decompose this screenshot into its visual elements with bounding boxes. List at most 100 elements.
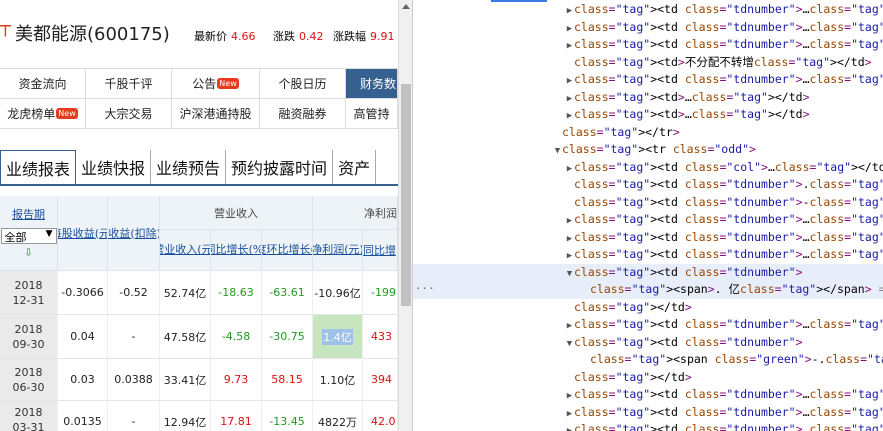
ellipsis-icon[interactable]: ··· [415, 282, 435, 295]
revenue-yoy-cell: 9.73 [211, 359, 262, 401]
revenue-yoy-cell: 17.81 [211, 401, 262, 431]
dom-node-line[interactable]: ▶ class="tag"><td class="tdnumber">…class… [413, 1, 883, 19]
dom-node-line[interactable]: class="tag"></tr> [413, 124, 883, 142]
dom-node-line[interactable]: ▶ class="tag"><td class="tdnumber">…class… [413, 19, 883, 37]
period-sort-link[interactable]: 报告期 [12, 206, 45, 222]
net-profit-yoy-cell: -199 [363, 271, 398, 315]
net-profit-yoy-cell: 394 [363, 359, 398, 401]
net-profit-yoy-cell: 433 [363, 315, 398, 359]
stock-name: 美都能源(600175) [15, 24, 170, 45]
dom-node-line[interactable]: class="tag"></td> [413, 299, 883, 317]
change-quote: 涨跌 0.42 [273, 28, 324, 44]
price-quote: 最新价 4.66 [194, 28, 256, 44]
net-profit-cell: 1.10亿 [313, 359, 363, 401]
page-scrollbar[interactable] [398, 0, 412, 431]
dom-node-line[interactable]: ▼ class="tag"><td class="tdnumber"> [413, 334, 883, 352]
sort-down-icon[interactable]: ⇩ [24, 246, 33, 259]
nav-announcement[interactable]: 公告 New [172, 69, 260, 99]
tab-assets[interactable]: 资产 [333, 150, 377, 184]
dom-node-line[interactable]: ▼ class="tag"><tr class="odd"> [413, 141, 883, 159]
dom-node-line[interactable]: class="tag"><td class="tdnumber">-class=… [413, 194, 883, 212]
revenue-cell: 52.74亿 [160, 271, 211, 315]
dom-node-text: class="tag"><td class="tdnumber">…class=… [574, 247, 883, 261]
dom-node-text: class="tag"></td> [574, 299, 692, 314]
dom-node-line[interactable]: ▶ class="tag"><td class="tdnumber">…class… [413, 404, 883, 422]
dom-node-text: class="tag"><span class="green">-.class=… [590, 352, 883, 366]
eps-header[interactable]: 每股收益(元) [58, 196, 108, 271]
dom-node-line[interactable]: class="tag"><td>不分配不转增class="tag"></td> [413, 54, 883, 72]
dropdown-icon: ▼ [45, 229, 53, 239]
eps-cell: 0.03 [58, 359, 108, 401]
new-badge: New [56, 108, 78, 119]
dom-node-line[interactable]: ▶ class="tag"><td class="tdnumber">…class… [413, 421, 883, 431]
dom-node-line[interactable]: ▼ class="tag"><td class="tdnumber"> [413, 263, 883, 281]
nav-stock-review[interactable]: 千股千评 [86, 69, 172, 99]
net-profit-cell[interactable]: 1.4亿 [313, 315, 363, 359]
net-profit-yoy-subheader[interactable]: 同比增 [363, 230, 398, 271]
dom-node-text: class="tag"><tr class="odd"> [562, 142, 756, 156]
dom-node-line[interactable]: ▶ class="tag"><td class="tdnumber">…class… [413, 71, 883, 89]
dom-node-text: class="tag"><td>…class="tag"></td> [574, 89, 810, 104]
dom-node-line[interactable]: ▶ class="tag"><td class="tdnumber">…class… [413, 316, 883, 334]
revenue-cell: 12.94亿 [160, 401, 211, 431]
change-value: 0.42 [299, 30, 324, 43]
revenue-yoy-cell: -18.63 [211, 271, 262, 315]
tab-performance-report[interactable]: 业绩报表 [0, 150, 77, 184]
dom-node-text: class="tag"></td> [574, 369, 692, 384]
dom-node-text: class="tag"><td class="tdnumber">…class=… [574, 229, 883, 244]
revenue-qoq-cell: -13.45 [262, 401, 313, 431]
scrollbar-thumb[interactable] [401, 84, 411, 306]
dom-node-line[interactable]: ▶ class="tag"><td class="tdnumber">…class… [413, 229, 883, 247]
price-value: 4.66 [231, 30, 256, 43]
dom-node-text: class="tag"><td class="tdnumber">-class=… [574, 194, 883, 209]
dom-node-text: class="tag"><td class="tdnumber">…class=… [574, 19, 883, 34]
nav-financial-data[interactable]: 财务数 [346, 69, 398, 99]
revenue-yoy-cell: -4.58 [211, 315, 262, 359]
nav-row-1: 资金流向 千股千评 公告 New 个股日历 财务数 [0, 68, 398, 99]
date-cell: 2018 12-31 [0, 271, 58, 315]
nav-dragon-tiger[interactable]: 龙虎榜单 New [0, 99, 86, 129]
nav-executive-holdings[interactable]: 高管持 [346, 99, 398, 129]
dom-node-line[interactable]: ▶ class="tag"><td class="tdnumber">…class… [413, 246, 883, 264]
dom-node-line[interactable]: class="tag"></td> [413, 369, 883, 387]
dom-node-line[interactable]: class="tag"><td class="tdnumber">.class=… [413, 176, 883, 194]
period-header: 报告期 全部 ▼ ⇩ [0, 196, 58, 271]
nav-block-trade[interactable]: 大宗交易 [86, 99, 172, 129]
revenue-cell: 47.58亿 [160, 315, 211, 359]
dom-node-text: class="tag"><td class="tdnumber">…class=… [574, 404, 883, 419]
scroll-up-arrow-icon[interactable] [402, 4, 410, 9]
dom-node-text: class="tag"><td class="tdnumber">…class=… [574, 422, 883, 431]
nav-stock-calendar[interactable]: 个股日历 [260, 69, 346, 99]
eps-deducted-header[interactable]: 每股收益(扣除)(元) [108, 196, 160, 271]
dom-node-text: class="tag"><td class="tdnumber">…class=… [574, 37, 883, 51]
net-profit-subheader[interactable]: 净利润(元) [313, 230, 363, 271]
nav-fund-flow[interactable]: 资金流向 [0, 69, 86, 99]
collapsed-triangle-icon[interactable]: ▶ [565, 423, 574, 431]
revenue-qoq-subheader[interactable]: 季度环比增长(%) [262, 230, 313, 271]
period-select[interactable]: 全部 ▼ [0, 228, 57, 244]
dom-node-line[interactable]: ▶ class="tag"><td class="col">…class="tag… [413, 159, 883, 177]
tab-disclosure-schedule[interactable]: 预约披露时间 [226, 150, 334, 184]
revenue-subheader[interactable]: 营业收入(元) [160, 230, 211, 271]
dom-node-line[interactable]: class="tag"><span class="green">-.class=… [413, 351, 883, 369]
tab-performance-flash[interactable]: 业绩快报 [76, 150, 152, 184]
dom-node-line[interactable]: ▶ class="tag"><td>…class="tag"></td> [413, 106, 883, 124]
dom-node-line[interactable]: ▶ class="tag"><td class="tdnumber">…class… [413, 211, 883, 229]
dom-node-line[interactable]: class="tag"><span>. 亿class="tag"></span>… [413, 281, 883, 299]
revenue-yoy-subheader[interactable]: 同比增长(%) [211, 230, 262, 271]
performance-table: 报告期 全部▼ ⇩ 每股收益(元) 每股收益(扣除)(元) 营业收入 净利润 营… [0, 196, 398, 431]
dom-node-text: class="tag"><td class="tdnumber">…class=… [574, 212, 883, 226]
eps-cell: 0.0135 [58, 401, 108, 431]
revenue-qoq-cell: -30.75 [262, 315, 313, 359]
web-page-pane: ┬ 美都能源(600175) 最新价 4.66 涨跌 0.42 涨跌幅 9.91 资金… [0, 0, 412, 431]
nav-margin-trading[interactable]: 融资融券 [260, 99, 346, 129]
new-badge: New [217, 78, 239, 89]
dom-node-line[interactable]: ▶ class="tag"><td class="tdnumber">…class… [413, 36, 883, 54]
tab-performance-forecast[interactable]: 业绩预告 [151, 150, 227, 184]
dom-node-text: class="tag"><td class="tdnumber"> [574, 334, 803, 349]
revenue-cell: 33.41亿 [160, 359, 211, 401]
dom-node-line[interactable]: ▶ class="tag"><td class="tdnumber">…class… [413, 386, 883, 404]
dom-node-line[interactable]: ▶ class="tag"><td>…class="tag"></td> [413, 89, 883, 107]
nav-hk-connect[interactable]: 沪深港通持股 [172, 99, 260, 129]
eps-deducted-cell: -0.52 [108, 271, 160, 315]
